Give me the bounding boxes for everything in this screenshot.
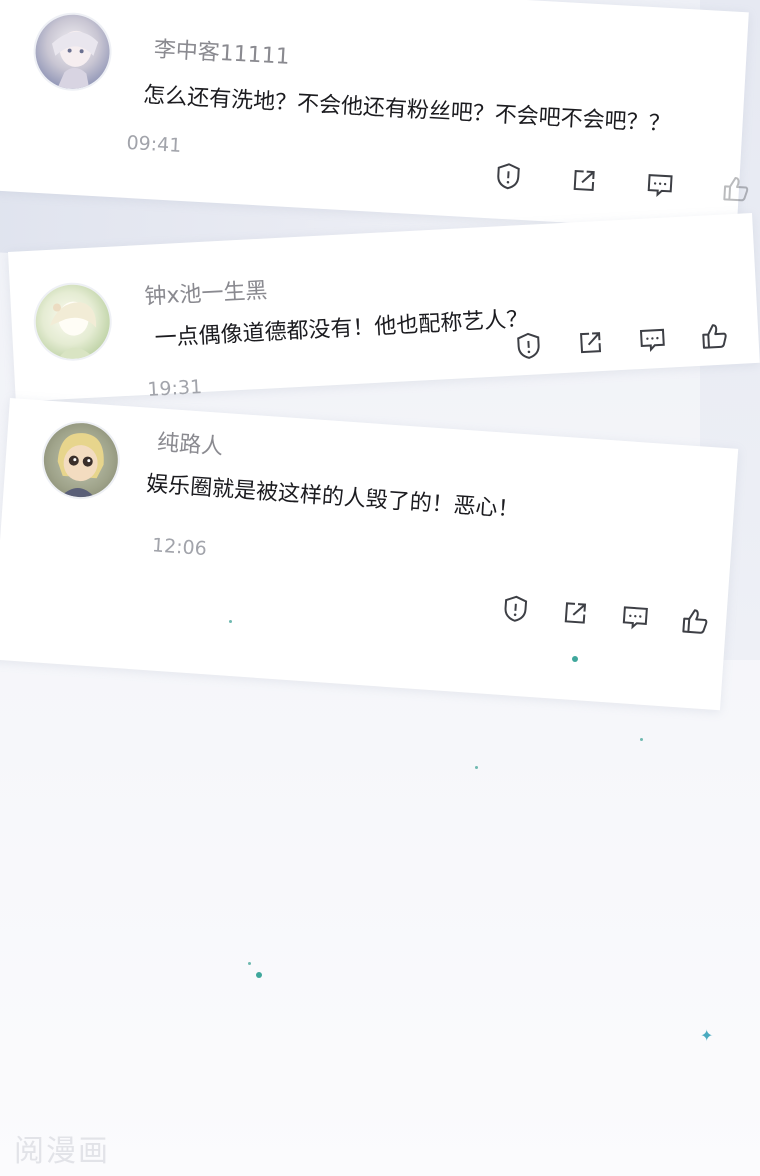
like-icon[interactable] bbox=[720, 173, 752, 205]
comment-actions bbox=[492, 160, 751, 204]
comment-actions bbox=[513, 320, 730, 361]
comment-icon[interactable] bbox=[619, 601, 651, 633]
report-icon[interactable] bbox=[513, 330, 545, 362]
share-icon[interactable] bbox=[559, 597, 591, 629]
report-icon[interactable] bbox=[492, 160, 524, 192]
avatar[interactable] bbox=[41, 420, 121, 500]
sparkle-dot bbox=[256, 972, 262, 978]
sparkle-star-icon: ✦ bbox=[700, 1026, 714, 1045]
report-icon[interactable] bbox=[500, 593, 532, 625]
like-icon[interactable] bbox=[679, 605, 711, 637]
username[interactable]: 纯路人 bbox=[156, 424, 224, 461]
comment-actions bbox=[500, 593, 712, 638]
like-icon[interactable] bbox=[699, 320, 731, 352]
comment-text: 怎么还有洗地？不会他还有粉丝吧？不会吧不会吧？？ bbox=[142, 82, 672, 138]
comment-icon[interactable] bbox=[637, 324, 669, 356]
share-icon[interactable] bbox=[575, 327, 607, 359]
avatar[interactable] bbox=[33, 12, 112, 91]
comment-text: 一点偶像道德都没有！他也配称艺人？ bbox=[154, 306, 529, 352]
comment-icon[interactable] bbox=[644, 169, 676, 201]
sparkle-dot bbox=[475, 766, 478, 769]
watermark-logo: 阅漫画 bbox=[14, 1134, 110, 1169]
sparkle-dot bbox=[640, 738, 643, 741]
sparkle-dot bbox=[229, 620, 232, 623]
avatar[interactable] bbox=[33, 282, 112, 361]
sparkle-dot bbox=[572, 656, 578, 662]
comment-text: 娱乐圈就是被这样的人毁了的！恶心！ bbox=[145, 471, 521, 523]
timestamp: 19:31 bbox=[146, 376, 203, 401]
timestamp: 09:41 bbox=[125, 131, 182, 157]
username[interactable]: 钟x池一生黑 bbox=[144, 273, 269, 311]
username[interactable]: 李中客11111 bbox=[153, 31, 291, 71]
share-icon[interactable] bbox=[568, 165, 600, 197]
comment-card: 纯路人 娱乐圈就是被这样的人毁了的！恶心！ 12:06 bbox=[0, 398, 739, 711]
timestamp: 12:06 bbox=[151, 534, 208, 561]
sparkle-dot bbox=[248, 962, 251, 965]
